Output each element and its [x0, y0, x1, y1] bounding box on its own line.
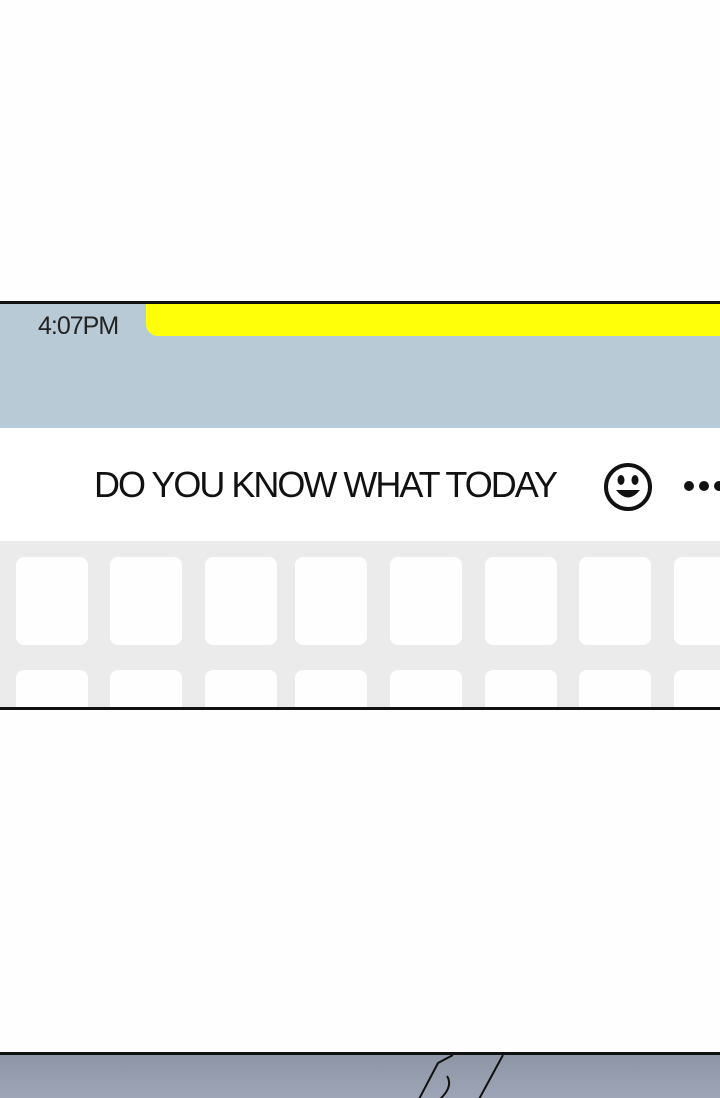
keyboard-key[interactable] [674, 557, 720, 645]
keyboard-key[interactable] [205, 557, 277, 645]
keyboard-key[interactable] [485, 557, 557, 645]
message-input-bar[interactable]: DO YOU KNOW WHAT TODAY [0, 428, 720, 541]
keyboard-key[interactable] [674, 670, 720, 707]
keyboard-key[interactable] [390, 557, 462, 645]
message-input-text[interactable]: DO YOU KNOW WHAT TODAY [94, 464, 558, 506]
chat-screen: 4:07PM DO YOU KNOW WHAT TODAY [0, 301, 720, 710]
keyboard-key[interactable] [579, 557, 651, 645]
keyboard-key[interactable] [205, 670, 277, 707]
next-panel-fragment [0, 1052, 720, 1098]
keyboard-key[interactable] [295, 670, 367, 707]
comic-panel-page: 4:07PM DO YOU KNOW WHAT TODAY [0, 0, 720, 1098]
message-timestamp: 4:07PM [38, 312, 119, 340]
more-dots-icon[interactable] [682, 478, 720, 494]
message-area: 4:07PM [0, 304, 720, 428]
sent-message-bubble[interactable] [146, 304, 720, 336]
sketch-lines [418, 1055, 504, 1098]
keyboard-key[interactable] [110, 670, 182, 707]
keyboard-key[interactable] [295, 557, 367, 645]
keyboard [0, 541, 720, 707]
keyboard-key[interactable] [16, 557, 88, 645]
keyboard-key[interactable] [16, 670, 88, 707]
smiley-face-icon[interactable] [603, 462, 653, 512]
keyboard-key[interactable] [110, 557, 182, 645]
keyboard-key[interactable] [390, 670, 462, 707]
keyboard-key[interactable] [579, 670, 651, 707]
keyboard-key[interactable] [485, 670, 557, 707]
